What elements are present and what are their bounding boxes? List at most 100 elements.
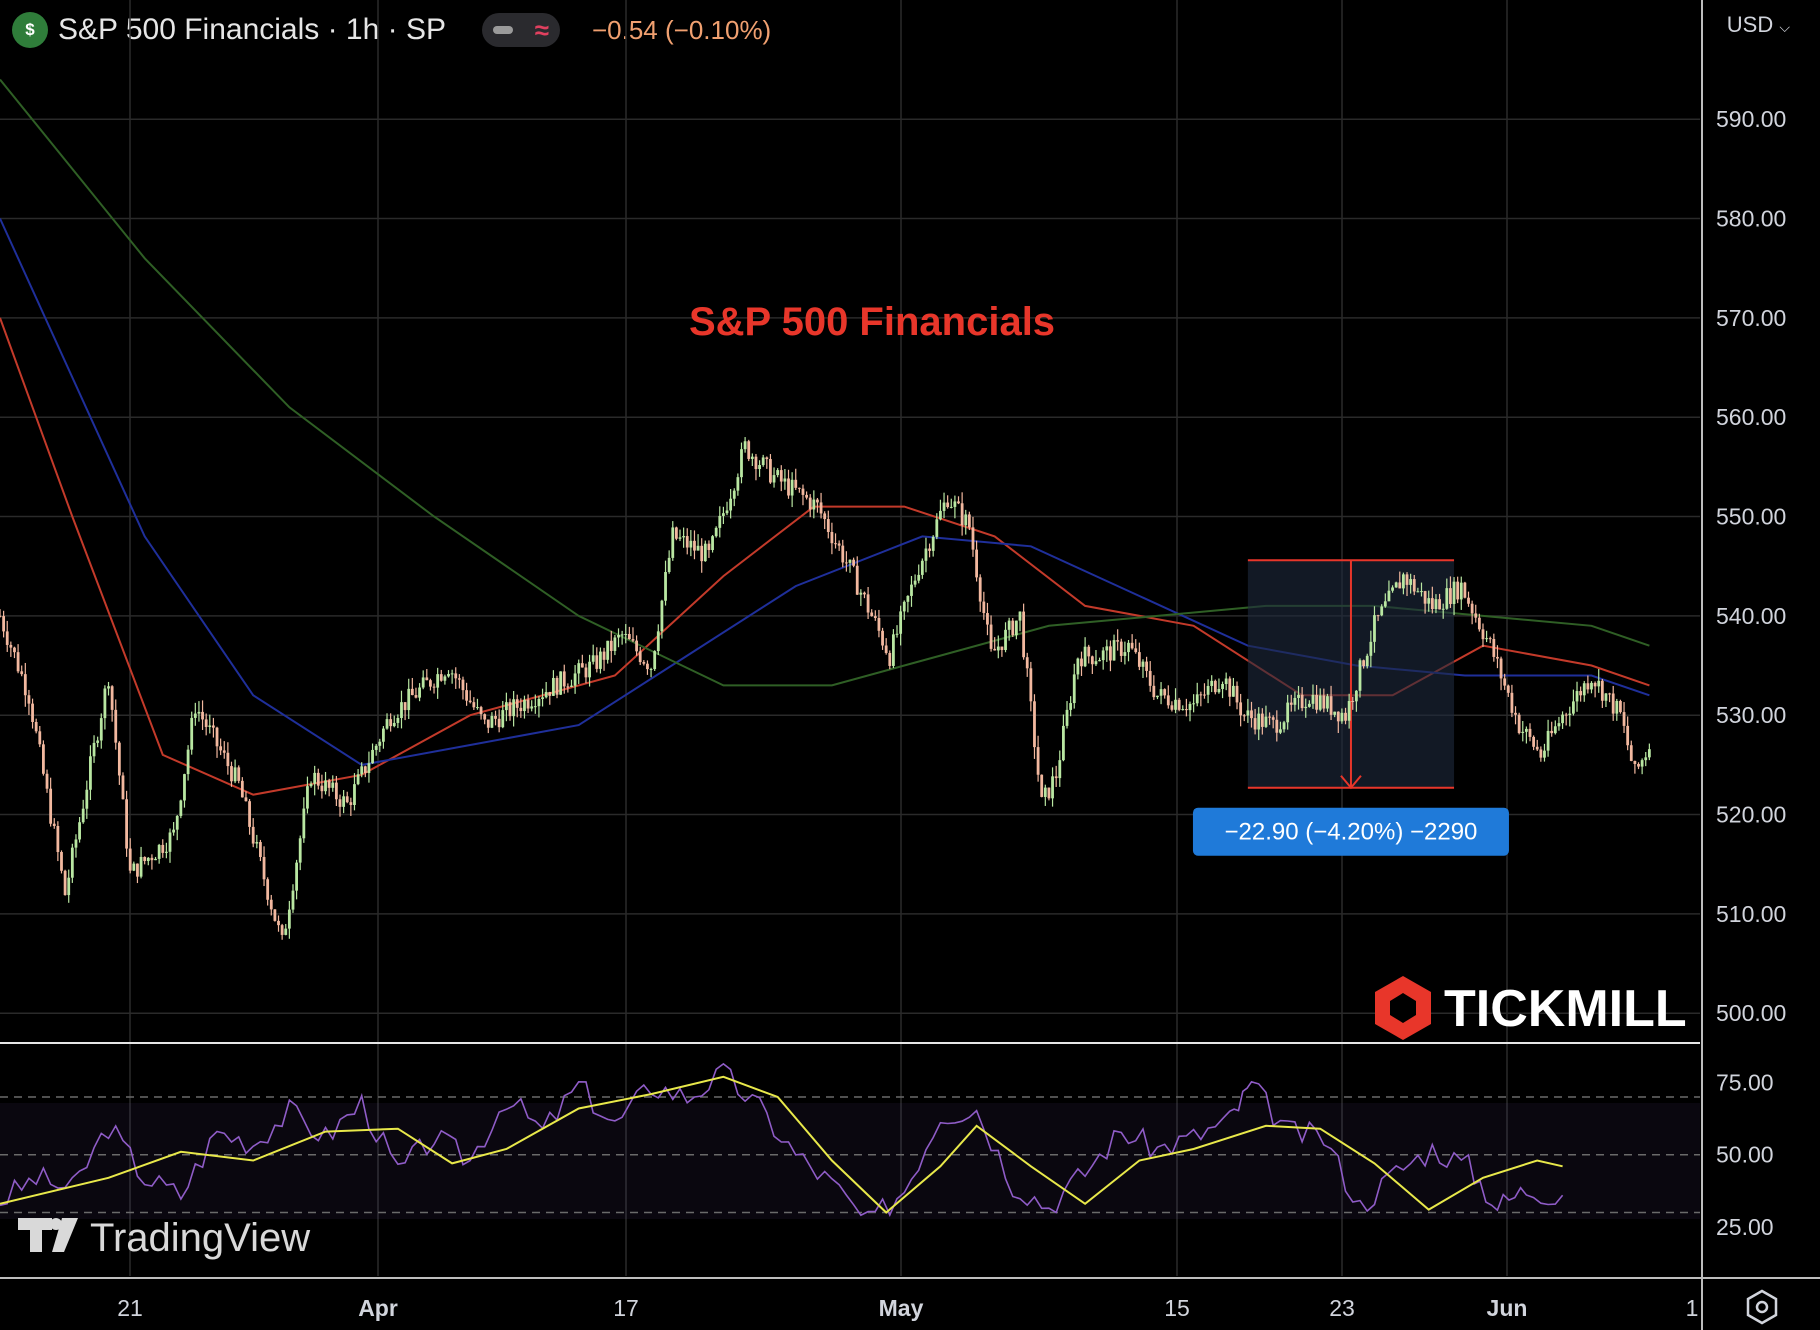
candle-body [1156,695,1159,698]
candle-body [342,796,346,807]
candle-body [1279,729,1282,733]
candle-body [186,749,190,775]
candle-body [841,545,845,563]
candle-body [1564,714,1568,716]
candle-body [92,742,96,757]
candle-body [1409,579,1413,585]
measure-label: −22.90 (−4.20%) −2290 [1225,819,1478,846]
candle-body [584,667,588,678]
candle-body [1586,683,1590,690]
candle-body [1062,725,1065,761]
settings-gear-icon[interactable] [1746,1289,1778,1325]
chart-canvas[interactable]: −22.90 (−4.20%) −2290 500.00 510.00 520.00… [0,0,1820,1330]
candle-body [953,501,957,507]
candle-body [295,862,298,891]
candle-body [52,823,56,827]
candle-body [1152,685,1156,698]
candle-body [834,543,837,545]
candle-body [1322,695,1326,709]
candle-body [1640,760,1644,767]
candle-body [9,644,13,648]
candle-body [1137,652,1141,667]
candle-body [1561,714,1564,724]
candle-body [537,698,541,707]
candle-body [1094,661,1098,665]
candle-body [826,519,830,532]
candle-body [1456,581,1460,600]
candle-body [1524,728,1528,732]
candle-body [324,780,327,792]
candle-body [967,514,971,528]
candle-body [1109,646,1112,661]
candle-body [852,559,856,566]
candle-body [986,613,989,625]
candle-body [128,848,132,871]
candle-body [266,879,270,900]
broker-watermark: TICKMILL [1375,976,1687,1040]
candle-body [349,802,353,805]
candle-body [1090,656,1094,665]
candle-body [1452,581,1456,604]
candle-body [559,671,563,695]
candle-body [1166,695,1170,706]
candle-body [1307,703,1311,707]
candle-body [1333,711,1337,715]
candle-body [150,857,154,861]
candle-body [747,441,751,459]
candle-body [414,695,418,698]
candle-body [302,808,306,839]
candle-body [1221,684,1224,689]
candle-body [501,710,505,728]
candle-body [396,717,400,723]
candle-body [407,688,411,711]
price-tick-label: 550.00 [1716,504,1786,530]
time-axis[interactable]: 21 Apr 17 May 15 23 Jun 1 [117,1295,1698,1321]
candle-body [1011,620,1015,636]
candle-body [526,699,530,709]
candle-body [1282,722,1286,730]
candle-body [468,700,472,703]
time-tick-label: 21 [117,1295,143,1321]
candle-body [664,572,667,601]
candle-body [201,711,204,720]
candle-body [60,852,63,871]
candle-body [374,745,378,750]
candle-body [1572,701,1575,714]
candle-body [602,651,606,660]
candle-body [881,630,884,646]
candle-body [902,601,906,612]
candle-body [313,772,317,784]
tradingview-icon [18,1218,78,1252]
candle-body [1170,705,1174,710]
candle-body [1250,710,1253,719]
candle-body [1521,731,1525,734]
candle-body [1293,697,1297,705]
candle-body [1043,787,1047,797]
candle-body [949,506,953,508]
candle-body [45,773,49,789]
candle-body [425,677,429,681]
candle-body [1188,703,1192,711]
candle-body [81,808,85,823]
candle-body [660,600,664,632]
candle-body [298,838,302,863]
candle-body [837,543,841,546]
candle-body [1351,700,1355,702]
candle-body [1633,760,1637,765]
rsi-axis[interactable]: 25.00 50.00 75.00 [1716,1070,1774,1240]
candle-body [1195,694,1199,704]
candle-body [392,722,396,727]
candle-body [222,750,226,753]
candle-body [1080,658,1083,667]
candle-body [103,688,107,719]
candle-body [577,663,581,674]
tickmill-hexagon-icon [1375,976,1431,1040]
candle-body [233,767,237,782]
candle-body [646,663,649,670]
candle-body [1105,646,1109,651]
price-axis[interactable]: 500.00 510.00 520.00 530.00 540.00 550.00 560.… [1716,106,1786,1026]
candle-body [1148,670,1152,686]
candle-body [588,661,591,678]
candle-body [1253,718,1257,730]
candle-body [1297,694,1300,698]
